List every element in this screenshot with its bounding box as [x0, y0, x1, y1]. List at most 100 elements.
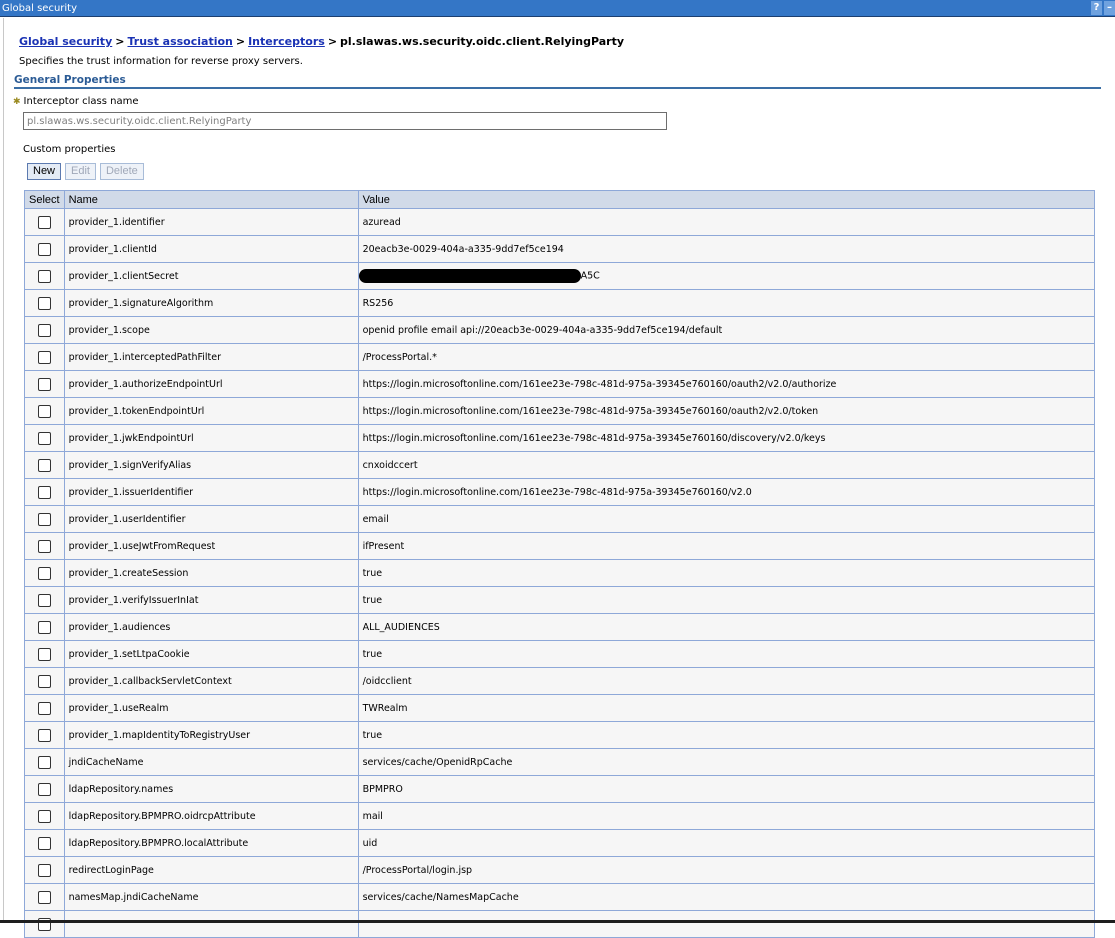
- property-name[interactable]: provider_1.jwkEndpointUrl: [63, 424, 359, 452]
- row-checkbox[interactable]: [37, 809, 51, 823]
- row-checkbox[interactable]: [37, 701, 51, 715]
- property-value: cnxoidccert: [357, 451, 1096, 479]
- row-checkbox[interactable]: [37, 458, 51, 472]
- property-value: /ProcessPortal.*: [357, 343, 1096, 371]
- property-name[interactable]: provider_1.clientId: [63, 235, 359, 263]
- select-cell: [24, 208, 65, 236]
- property-name[interactable]: jndiCacheName: [63, 748, 359, 776]
- row-checkbox[interactable]: [37, 890, 51, 904]
- delete-button[interactable]: Delete: [99, 163, 144, 180]
- select-cell: [24, 343, 65, 371]
- property-value: /oidcclient: [357, 667, 1096, 695]
- row-checkbox[interactable]: [37, 269, 51, 283]
- row-checkbox[interactable]: [37, 242, 51, 256]
- property-name[interactable]: provider_1.useRealm: [63, 694, 359, 722]
- column-header-select[interactable]: Select: [24, 190, 65, 209]
- property-name[interactable]: ldapRepository.names: [63, 775, 359, 803]
- row-checkbox[interactable]: [37, 836, 51, 850]
- edit-button[interactable]: Edit: [65, 163, 96, 180]
- property-value-text: A5C: [580, 270, 600, 282]
- row-checkbox[interactable]: [37, 215, 51, 229]
- property-name[interactable]: provider_1.createSession: [63, 559, 359, 587]
- select-cell: [24, 694, 65, 722]
- property-name[interactable]: provider_1.signVerifyAlias: [63, 451, 359, 479]
- row-checkbox[interactable]: [37, 620, 51, 634]
- table-row: provider_1.jwkEndpointUrl https://login.m…: [24, 424, 1096, 452]
- select-cell: [24, 829, 65, 857]
- new-button[interactable]: New: [27, 163, 62, 180]
- interceptor-class-input[interactable]: [23, 112, 667, 130]
- property-name[interactable]: provider_1.mapIdentityToRegistryUser: [63, 721, 359, 749]
- table-row: provider_1.authorizeEndpointUrl https://l…: [24, 370, 1096, 398]
- property-name[interactable]: provider_1.verifyIssuerInIat: [63, 586, 359, 614]
- minimize-icon[interactable]: –: [1104, 1, 1115, 15]
- property-name[interactable]: provider_1.identifier: [63, 208, 359, 236]
- row-checkbox[interactable]: [37, 863, 51, 877]
- table-row: provider_1.clientSecret A5C: [24, 262, 1096, 290]
- select-cell: [24, 721, 65, 749]
- row-checkbox[interactable]: [37, 782, 51, 796]
- select-cell: [24, 640, 65, 668]
- property-name[interactable]: provider_1.interceptedPathFilter: [63, 343, 359, 371]
- select-cell: [24, 370, 65, 398]
- table-row: provider_1.verifyIssuerInIat true: [24, 586, 1096, 614]
- custom-properties-toolbar: New Edit Delete: [27, 163, 144, 180]
- property-name[interactable]: redirectLoginPage: [63, 856, 359, 884]
- property-name[interactable]: provider_1.scope: [63, 316, 359, 344]
- property-name[interactable]: provider_1.signatureAlgorithm: [63, 289, 359, 317]
- property-name[interactable]: provider_1.tokenEndpointUrl: [63, 397, 359, 425]
- table-row: provider_1.mapIdentityToRegistryUser true: [24, 721, 1096, 749]
- property-value: RS256: [357, 289, 1096, 317]
- row-checkbox[interactable]: [37, 728, 51, 742]
- property-name[interactable]: provider_1.setLtpaCookie: [63, 640, 359, 668]
- property-name[interactable]: ldapRepository.BPMPRO.oidrcpAttribute: [63, 802, 359, 830]
- property-value: https://login.microsoftonline.com/161ee2…: [357, 370, 1096, 398]
- table-row: provider_1.userIdentifier email: [24, 505, 1096, 533]
- select-cell: [24, 667, 65, 695]
- column-header-value[interactable]: Value: [357, 190, 1096, 209]
- page-description: Specifies the trust information for reve…: [19, 56, 303, 67]
- property-name[interactable]: provider_1.clientSecret: [63, 262, 359, 290]
- property-value: ALL_AUDIENCES: [357, 613, 1096, 641]
- row-checkbox[interactable]: [37, 755, 51, 769]
- property-value: azuread: [357, 208, 1096, 236]
- breadcrumb-current: pl.slawas.ws.security.oidc.client.Relyin…: [340, 35, 625, 48]
- row-checkbox[interactable]: [37, 350, 51, 364]
- row-checkbox[interactable]: [37, 539, 51, 553]
- left-border: [3, 18, 4, 920]
- breadcrumb-link-trust-association[interactable]: Trust association: [127, 35, 232, 48]
- general-properties-heading: General Properties: [14, 74, 1101, 89]
- row-checkbox[interactable]: [37, 323, 51, 337]
- table-row: provider_1.signatureAlgorithm RS256: [24, 289, 1096, 317]
- breadcrumb-link-interceptors[interactable]: Interceptors: [248, 35, 325, 48]
- property-name[interactable]: provider_1.userIdentifier: [63, 505, 359, 533]
- breadcrumb-link-global-security[interactable]: Global security: [19, 35, 112, 48]
- row-checkbox[interactable]: [37, 674, 51, 688]
- table-row: provider_1.interceptedPathFilter/Process…: [24, 343, 1096, 371]
- property-name[interactable]: provider_1.useJwtFromRequest: [63, 532, 359, 560]
- row-checkbox[interactable]: [37, 377, 51, 391]
- column-header-name[interactable]: Name: [63, 190, 359, 209]
- property-name[interactable]: provider_1.audiences: [63, 613, 359, 641]
- row-checkbox[interactable]: [37, 512, 51, 526]
- row-checkbox[interactable]: [37, 566, 51, 580]
- property-name[interactable]: ldapRepository.BPMPRO.localAttribute: [63, 829, 359, 857]
- custom-properties-label: Custom properties: [23, 144, 116, 155]
- property-name[interactable]: provider_1.callbackServletContext: [63, 667, 359, 695]
- help-icon[interactable]: ?: [1091, 1, 1102, 15]
- row-checkbox[interactable]: [37, 404, 51, 418]
- row-checkbox[interactable]: [37, 431, 51, 445]
- row-checkbox[interactable]: [37, 485, 51, 499]
- property-name[interactable]: provider_1.issuerIdentifier: [63, 478, 359, 506]
- property-name[interactable]: provider_1.authorizeEndpointUrl: [63, 370, 359, 398]
- property-name[interactable]: namesMap.jndiCacheName: [63, 883, 359, 911]
- redaction-mark: [358, 269, 581, 283]
- property-value: A5C: [357, 262, 1096, 290]
- row-checkbox[interactable]: [37, 593, 51, 607]
- select-cell: [24, 532, 65, 560]
- property-name[interactable]: [63, 910, 359, 938]
- row-checkbox[interactable]: [37, 647, 51, 661]
- select-cell: [24, 451, 65, 479]
- row-checkbox[interactable]: [37, 296, 51, 310]
- property-value: true: [357, 640, 1096, 668]
